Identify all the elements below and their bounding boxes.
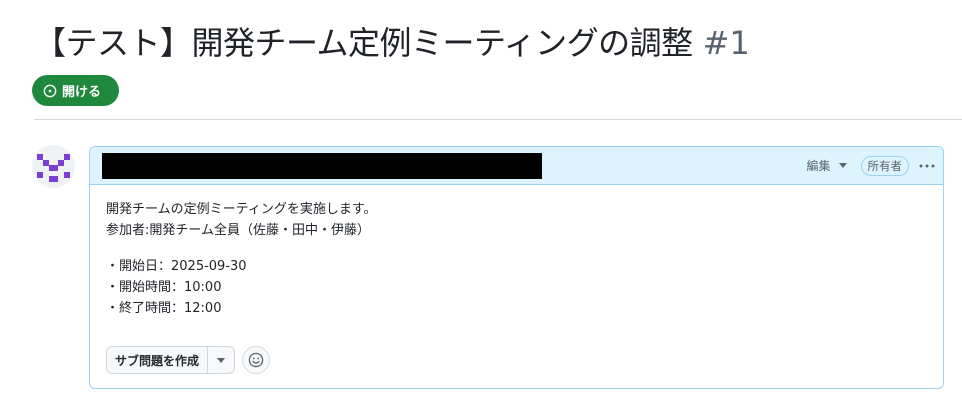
smiley-icon	[248, 352, 264, 368]
create-subissue-menu-button[interactable]	[208, 347, 234, 373]
issue-comment: 編集 所有者 開発チームの定例ミーティングを実施します。 参加者:開発チーム全員…	[89, 146, 944, 389]
comment-body: 開発チームの定例ミーティングを実施します。 参加者:開発チーム全員（佐藤・田中・…	[90, 185, 943, 319]
body-line: ・終了時間：12:00	[106, 301, 222, 316]
body-line: ・開始時間：10:00	[106, 280, 222, 295]
edit-label: 編集	[806, 159, 831, 173]
redacted-author-info	[102, 153, 542, 179]
owner-badge: 所有者	[860, 155, 909, 176]
body-line: 参加者:開発チーム全員（佐藤・田中・伊藤）	[106, 223, 370, 238]
issue-opened-icon	[43, 84, 57, 97]
issue-number: #1	[702, 24, 750, 62]
add-reaction-button[interactable]	[242, 346, 271, 374]
triangle-down-icon	[838, 163, 847, 168]
create-subissue-label: サブ問題を作成	[115, 353, 200, 368]
comment-header-actions: 編集 所有者	[806, 147, 935, 184]
issue-state-label: 開ける	[62, 85, 102, 100]
comment-footer: サブ問題を作成	[106, 346, 271, 374]
issue-title-row: 【テスト】開発チーム定例ミーティングの調整 #1	[34, 18, 750, 64]
triangle-down-icon	[217, 357, 226, 363]
body-blank-line	[106, 241, 927, 256]
create-subissue-button-group: サブ問題を作成	[106, 346, 236, 374]
issue-state-badge: 開ける	[32, 75, 119, 106]
body-line: 開発チームの定例ミーティングを実施します。	[106, 202, 377, 217]
header-divider	[34, 119, 962, 120]
avatar[interactable]	[32, 145, 75, 188]
create-subissue-button[interactable]: サブ問題を作成	[107, 347, 209, 373]
body-line: ・開始日：2025-09-30	[106, 259, 247, 274]
identicon-image	[37, 154, 70, 182]
kebab-horizontal-icon[interactable]	[919, 164, 935, 168]
comment-header: 編集 所有者	[90, 147, 943, 185]
edit-button[interactable]: 編集	[806, 157, 847, 174]
issue-title: 【テスト】開発チーム定例ミーティングの調整	[34, 24, 693, 62]
